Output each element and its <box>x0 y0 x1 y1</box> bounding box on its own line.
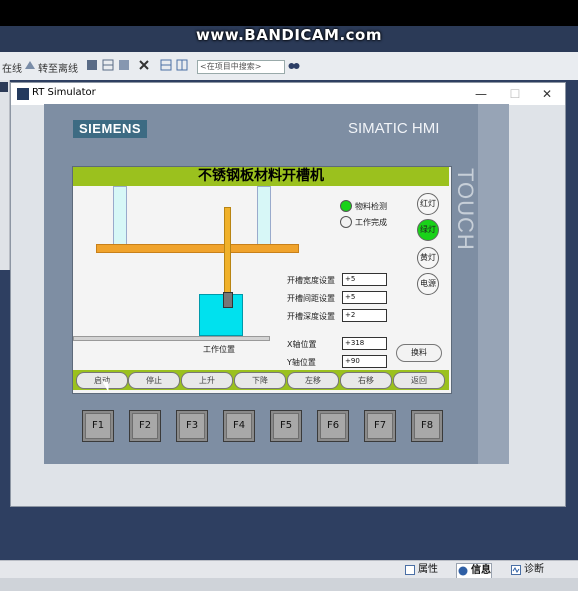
siemens-logo: SIEMENS <box>73 120 147 138</box>
top-dark-band <box>0 0 578 26</box>
slot-depth-label: 开槽深度设置 <box>287 312 335 321</box>
hmi-panel-side <box>478 104 509 464</box>
split-horizontal-icon[interactable] <box>160 59 172 71</box>
accessible-devices-icon[interactable] <box>86 59 98 71</box>
f7-key-label: F7 <box>368 414 392 438</box>
f7-key[interactable]: F7 <box>364 410 396 442</box>
slot-spacing-label: 开槽间距设置 <box>287 294 335 303</box>
maximize-button[interactable]: ☐ <box>505 85 525 103</box>
status-strip <box>0 578 578 591</box>
online-label[interactable]: 在线 <box>2 60 22 75</box>
cross-icon[interactable] <box>138 59 150 71</box>
go-offline-icon[interactable] <box>24 59 36 71</box>
touch-label: TOUCH <box>453 168 478 251</box>
slot-depth-input[interactable]: +2 <box>342 309 387 322</box>
f2-key[interactable]: F2 <box>129 410 161 442</box>
yellow-light-button[interactable]: 黄灯 <box>417 247 439 269</box>
down-button[interactable]: 下降 <box>234 372 286 389</box>
screen-title: 不锈钢板材料开槽机 <box>73 167 449 186</box>
f8-key-label: F8 <box>415 414 439 438</box>
tab-properties[interactable]: 属性 <box>404 563 438 577</box>
green-light-button[interactable]: 绿灯 <box>417 219 439 241</box>
return-button[interactable]: 返回 <box>393 372 445 389</box>
right-column-graphic <box>257 186 271 246</box>
left-side-panel <box>0 80 10 270</box>
f5-key[interactable]: F5 <box>270 410 302 442</box>
up-button[interactable]: 上升 <box>181 372 233 389</box>
work-complete-label: 工作完成 <box>355 218 387 227</box>
f4-key[interactable]: F4 <box>223 410 255 442</box>
tab-info-label: 信息 <box>471 565 491 576</box>
layout-icon[interactable] <box>118 59 130 71</box>
work-complete-lamp <box>340 216 352 228</box>
f6-key-label: F6 <box>321 414 345 438</box>
x-axis-position-output: +318 <box>342 337 387 350</box>
inspector-tab-bar: 属性 信息 诊断 <box>0 560 578 579</box>
minimize-button[interactable]: — <box>471 85 491 103</box>
f1-key[interactable]: F1 <box>82 410 114 442</box>
f4-key-label: F4 <box>227 414 251 438</box>
slot-spacing-input[interactable]: +5 <box>342 291 387 304</box>
f8-key[interactable]: F8 <box>411 410 443 442</box>
diagnostics-icon <box>511 565 521 575</box>
f2-key-label: F2 <box>133 414 157 438</box>
split-vertical-icon[interactable] <box>176 59 188 71</box>
simatic-hmi-label: SIMATIC HMI <box>348 120 440 137</box>
go-offline-label[interactable]: 转至离线 <box>38 60 78 75</box>
work-bed-graphic <box>73 336 270 341</box>
tab-properties-label: 属性 <box>418 564 438 575</box>
f5-key-label: F5 <box>274 414 298 438</box>
info-icon <box>458 566 468 576</box>
tia-toolbar: 在线 转至离线 <在项目中搜索> <box>0 52 578 81</box>
stop-button[interactable]: 停止 <box>128 372 180 389</box>
workpiece-block-graphic <box>199 294 243 336</box>
f1-key-label: F1 <box>86 414 110 438</box>
vertical-axis-graphic <box>224 207 231 301</box>
material-detect-label: 物料检测 <box>355 202 387 211</box>
change-material-button[interactable]: 换料 <box>396 344 442 362</box>
slot-width-input[interactable]: +5 <box>342 273 387 286</box>
power-button[interactable]: 电源 <box>417 273 439 295</box>
recording-watermark: www.BANDICAM.com <box>195 26 382 44</box>
f3-key[interactable]: F3 <box>176 410 208 442</box>
f3-key-label: F3 <box>180 414 204 438</box>
cross-beam-graphic <box>96 244 299 253</box>
work-position-label: 工作位置 <box>203 345 235 354</box>
right-move-button[interactable]: 右移 <box>340 372 392 389</box>
panel-collapse-icon[interactable] <box>0 82 8 92</box>
properties-icon <box>405 565 415 575</box>
close-button[interactable]: ✕ <box>537 85 557 103</box>
cutter-spindle-graphic <box>223 292 233 308</box>
tab-diagnostics[interactable]: 诊断 <box>510 563 544 577</box>
simulator-app-icon <box>17 88 29 100</box>
project-search-input[interactable]: <在项目中搜索> <box>197 60 285 74</box>
y-axis-position-label: Y轴位置 <box>287 358 316 367</box>
tab-diagnostics-label: 诊断 <box>524 564 544 575</box>
tab-info[interactable]: 信息 <box>456 563 492 579</box>
left-move-button[interactable]: 左移 <box>287 372 339 389</box>
window-title: RT Simulator <box>32 87 96 98</box>
binoculars-icon[interactable] <box>288 59 300 71</box>
f6-key[interactable]: F6 <box>317 410 349 442</box>
material-detect-lamp <box>340 200 352 212</box>
window-titlebar[interactable]: RT Simulator — ☐ ✕ <box>11 83 565 105</box>
y-axis-position-output: +90 <box>342 355 387 368</box>
slot-width-label: 开槽宽度设置 <box>287 276 335 285</box>
grid-icon[interactable] <box>102 59 114 71</box>
left-column-graphic <box>113 186 127 246</box>
red-light-button[interactable]: 红灯 <box>417 193 439 215</box>
x-axis-position-label: X轴位置 <box>287 340 317 349</box>
